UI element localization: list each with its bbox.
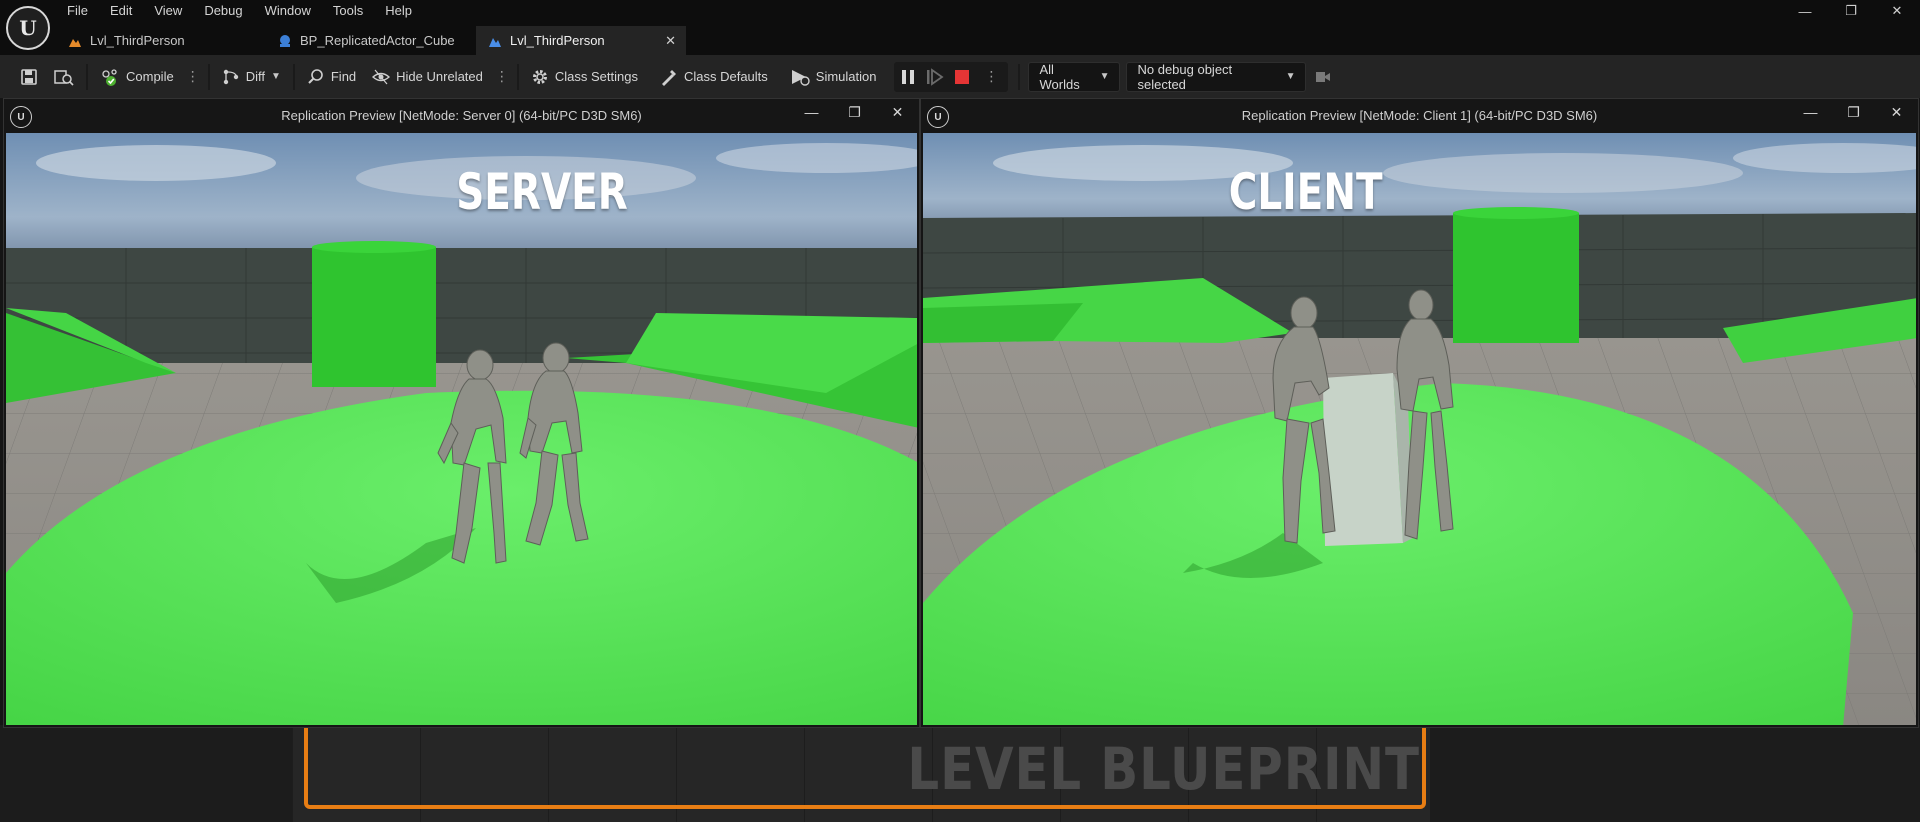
- pause-icon[interactable]: [900, 68, 916, 86]
- hide-unrelated-label: Hide Unrelated: [396, 69, 483, 84]
- client-window-controls: — ❐ ✕: [1789, 99, 1918, 125]
- server-preview-window[interactable]: U Replication Preview [NetMode: Server 0…: [3, 98, 920, 728]
- toolbar-separator: [516, 63, 519, 90]
- compile-options-icon[interactable]: ⋮: [182, 68, 204, 85]
- browse-icon: [54, 69, 74, 86]
- close-tab-icon[interactable]: ✕: [665, 33, 676, 49]
- hide-unrelated-icon: [372, 69, 391, 84]
- gear-icon: [532, 69, 547, 84]
- minimize-button[interactable]: —: [1782, 0, 1828, 22]
- compile-check-icon: [102, 68, 117, 86]
- close-button[interactable]: ✕: [876, 99, 919, 125]
- menu-edit[interactable]: Edit: [99, 0, 143, 22]
- simulation-button[interactable]: Simulation: [782, 62, 885, 92]
- find-button[interactable]: Find: [299, 62, 364, 92]
- maximize-button[interactable]: ❐: [1832, 99, 1875, 125]
- toolbar-separator: [1018, 63, 1021, 90]
- tab-label: Lvl_ThirdPerson: [510, 33, 605, 48]
- hide-unrelated-button[interactable]: Hide Unrelated: [364, 62, 491, 92]
- save-button[interactable]: [12, 62, 46, 92]
- maximize-button[interactable]: ❐: [1828, 0, 1874, 22]
- server-window-title: Replication Preview [NetMode: Server 0] …: [281, 108, 642, 123]
- menu-window[interactable]: Window: [254, 0, 322, 22]
- unreal-logo-icon[interactable]: U: [6, 6, 50, 50]
- hide-unrelated-options-icon[interactable]: ⋮: [491, 68, 513, 85]
- window-controls: — ❐ ✕: [1782, 0, 1920, 22]
- menu-debug[interactable]: Debug: [193, 0, 253, 22]
- server-window-controls: — ❐ ✕: [790, 99, 919, 125]
- world-select-dropdown[interactable]: All Worlds ▼: [1028, 61, 1121, 92]
- tab-label: Lvl_ThirdPerson: [90, 33, 185, 48]
- toolbar-separator: [292, 63, 295, 90]
- diff-label: Diff: [245, 69, 265, 84]
- close-button[interactable]: ✕: [1875, 99, 1918, 125]
- stop-icon[interactable]: [954, 69, 970, 85]
- chevron-down-icon: ▼: [270, 71, 281, 82]
- chevron-down-icon: ▼: [1099, 71, 1110, 82]
- find-label: Find: [330, 69, 357, 84]
- menu-help[interactable]: Help: [374, 0, 423, 22]
- client-window-title: Replication Preview [NetMode: Client 1] …: [1241, 108, 1598, 123]
- client-viewport[interactable]: CLIENT: [923, 133, 1916, 725]
- tab-lvl-thirdperson[interactable]: Lvl_ThirdPerson: [56, 26, 266, 55]
- browse-button[interactable]: [46, 62, 82, 92]
- play-options-icon[interactable]: ⋮: [980, 68, 1002, 85]
- client-overlay-label: CLIENT: [1228, 163, 1383, 221]
- menu-file[interactable]: File: [56, 0, 99, 22]
- class-settings-button[interactable]: Class Settings: [523, 62, 646, 92]
- server-viewport[interactable]: SERVER: [6, 133, 917, 725]
- save-icon: [21, 68, 37, 85]
- tab-lvl-thirdperson-blueprint[interactable]: Lvl_ThirdPerson ✕: [476, 26, 686, 55]
- toolbar-separator: [207, 63, 210, 90]
- class-defaults-icon: [661, 69, 676, 86]
- compile-label: Compile: [126, 69, 174, 84]
- simulation-label: Simulation: [815, 69, 877, 84]
- maximize-button[interactable]: ❐: [833, 99, 876, 125]
- blueprint-icon: [278, 34, 292, 48]
- minimize-button[interactable]: —: [790, 99, 833, 125]
- level-icon: [68, 34, 82, 48]
- menu-view[interactable]: View: [143, 0, 193, 22]
- class-defaults-label: Class Defaults: [683, 69, 768, 84]
- close-button[interactable]: ✕: [1874, 0, 1920, 22]
- frame-skip-icon[interactable]: [926, 67, 945, 86]
- compile-button[interactable]: Compile: [92, 62, 182, 92]
- tab-bp-replicatedactor-cube[interactable]: BP_ReplicatedActor_Cube: [266, 26, 476, 55]
- play-controls: ⋮: [894, 61, 1009, 92]
- server-scene: [6, 133, 917, 725]
- chevron-down-icon: ▼: [1285, 71, 1296, 82]
- minimize-button[interactable]: —: [1789, 99, 1832, 125]
- menu-tools[interactable]: Tools: [322, 0, 374, 22]
- server-overlay-label: SERVER: [456, 163, 628, 221]
- class-defaults-button[interactable]: Class Defaults: [652, 62, 776, 92]
- tab-label: BP_ReplicatedActor_Cube: [300, 33, 455, 48]
- comment-box-title: LEVEL BLUEPRINT: [907, 735, 1420, 803]
- level-blueprint-icon: [488, 34, 502, 48]
- server-window-titlebar[interactable]: U Replication Preview [NetMode: Server 0…: [4, 99, 919, 133]
- menu-bar: File Edit View Debug Window Tools Help: [56, 0, 423, 22]
- debug-object-dropdown[interactable]: No debug object selected ▼: [1126, 61, 1307, 92]
- find-icon: [308, 68, 323, 84]
- title-bar: U File Edit View Debug Window Tools Help…: [0, 0, 1920, 55]
- world-select-value: All Worlds: [1039, 61, 1080, 92]
- blueprint-toolbar: Compile ⋮ Diff ▼ Find Hide Unrelated ⋮ C…: [0, 55, 1920, 98]
- debug-filter-icon: [1316, 71, 1331, 82]
- client-scene: [923, 133, 1916, 725]
- client-window-titlebar[interactable]: U Replication Preview [NetMode: Client 1…: [921, 99, 1918, 133]
- toolbar-separator: [86, 63, 88, 90]
- diff-button[interactable]: Diff ▼: [214, 62, 289, 92]
- debug-filter-button[interactable]: [1306, 62, 1340, 92]
- document-tab-bar: Lvl_ThirdPerson BP_ReplicatedActor_Cube …: [56, 26, 686, 55]
- simulation-icon: [791, 69, 810, 86]
- debug-object-value: No debug object selected: [1137, 61, 1233, 92]
- diff-icon: [223, 69, 238, 84]
- client-preview-window[interactable]: U Replication Preview [NetMode: Client 1…: [920, 98, 1919, 728]
- class-settings-label: Class Settings: [554, 69, 638, 84]
